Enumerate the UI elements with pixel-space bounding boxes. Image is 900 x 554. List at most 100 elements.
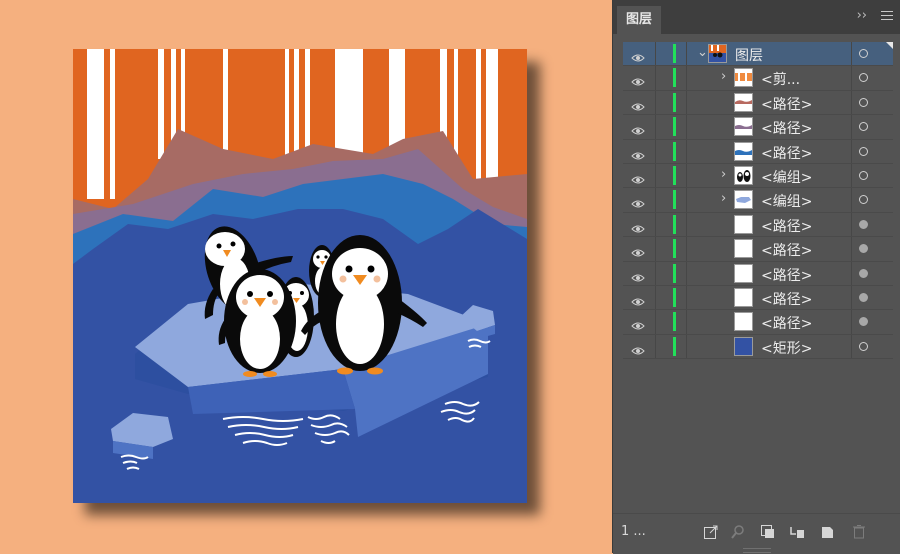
layer-row[interactable]: <矩形>	[623, 334, 893, 360]
column-divider	[686, 90, 687, 115]
eye-icon[interactable]	[631, 48, 645, 62]
column-divider	[686, 310, 687, 334]
layer-row[interactable]: <路径>	[623, 237, 893, 262]
layer-label[interactable]: <路径>	[761, 216, 812, 236]
layer-label[interactable]: <路径>	[761, 94, 812, 114]
layer-row[interactable]: <路径>	[623, 285, 893, 311]
layer-label[interactable]: <剪...	[761, 69, 800, 89]
layer-thumbnail	[734, 239, 753, 259]
target-circle-icon[interactable]	[859, 122, 868, 132]
new-sublayer-icon[interactable]	[789, 524, 805, 540]
column-divider	[851, 66, 852, 90]
eye-icon[interactable]	[631, 146, 645, 160]
layer-row[interactable]: <路径>	[623, 310, 893, 335]
target-circle-icon[interactable]	[859, 146, 868, 156]
target-circle-icon[interactable]	[859, 292, 868, 302]
column-divider	[686, 163, 687, 188]
layer-thumbnail	[734, 92, 753, 112]
panel-menu-icon[interactable]	[881, 11, 893, 21]
eye-icon[interactable]	[631, 292, 645, 306]
layer-row[interactable]: <路径>	[623, 261, 893, 286]
column-divider	[686, 188, 687, 212]
collapse-icon[interactable]: ››	[857, 8, 867, 23]
column-divider	[851, 42, 852, 66]
chevron-right-icon[interactable]: ›	[721, 191, 726, 206]
layer-label[interactable]: <路径>	[761, 265, 812, 285]
chevron-down-icon[interactable]: ⌄	[697, 45, 708, 60]
layer-count: 1 ...	[621, 524, 646, 539]
eye-icon[interactable]	[631, 316, 645, 330]
layer-label[interactable]: <路径>	[761, 313, 812, 333]
column-divider	[851, 310, 852, 334]
layers-panel: 图层 ›› ⌄ 图层 › <剪... <路径> <路径> <路径> › <编组> › <编组> <路径…	[612, 0, 900, 554]
trash-icon[interactable]	[851, 524, 867, 540]
penguin-artwork	[73, 49, 527, 503]
layer-color-bar	[673, 117, 676, 137]
new-layer-icon[interactable]	[819, 524, 835, 540]
layer-label[interactable]: <路径>	[761, 143, 812, 163]
layer-row[interactable]: › <剪...	[623, 66, 893, 91]
eye-icon[interactable]	[631, 97, 645, 111]
selection-corner-icon	[886, 42, 893, 49]
layer-row[interactable]: › <编组>	[623, 188, 893, 213]
column-divider	[655, 310, 656, 334]
target-circle-icon[interactable]	[859, 219, 868, 229]
target-circle-icon[interactable]	[859, 244, 868, 254]
layer-row[interactable]: <路径>	[623, 139, 893, 164]
layer-color-bar	[673, 263, 676, 283]
eye-icon[interactable]	[631, 194, 645, 208]
eye-icon[interactable]	[631, 341, 645, 355]
clip-mask-icon[interactable]	[760, 524, 776, 540]
column-divider	[655, 188, 656, 212]
layer-color-bar	[673, 165, 676, 185]
target-circle-icon[interactable]	[859, 268, 868, 278]
column-divider	[686, 261, 687, 285]
target-circle-icon[interactable]	[859, 317, 868, 327]
layer-label[interactable]: <路径>	[761, 118, 812, 138]
chevron-right-icon[interactable]: ›	[721, 69, 726, 84]
target-circle-icon[interactable]	[859, 341, 868, 351]
layer-label[interactable]: <路径>	[761, 240, 812, 260]
layer-label[interactable]: <编组>	[761, 167, 812, 187]
layer-label[interactable]: <编组>	[761, 191, 812, 211]
layer-thumbnail	[734, 336, 753, 356]
column-divider	[655, 163, 656, 188]
eye-icon[interactable]	[631, 219, 645, 233]
layer-color-bar	[673, 336, 676, 356]
column-divider	[655, 261, 656, 285]
column-divider	[686, 212, 687, 237]
eye-icon[interactable]	[631, 72, 645, 86]
eye-icon[interactable]	[631, 268, 645, 282]
column-divider	[686, 42, 687, 66]
search-icon[interactable]	[730, 524, 746, 540]
layer-color-bar	[673, 214, 676, 234]
layer-color-bar	[673, 287, 676, 307]
target-circle-icon[interactable]	[859, 73, 868, 83]
column-divider	[851, 139, 852, 163]
column-divider	[851, 237, 852, 261]
layer-row[interactable]: <路径>	[623, 90, 893, 116]
column-divider	[655, 334, 656, 359]
layer-row[interactable]: <路径>	[623, 115, 893, 140]
target-circle-icon[interactable]	[859, 49, 868, 58]
target-circle-icon[interactable]	[859, 97, 868, 107]
layer-color-bar	[673, 44, 676, 63]
eye-icon[interactable]	[631, 170, 645, 184]
eye-icon[interactable]	[631, 121, 645, 135]
layer-row[interactable]: › <编组>	[623, 163, 893, 189]
chevron-right-icon[interactable]: ›	[721, 167, 726, 182]
column-divider	[686, 115, 687, 139]
layer-label[interactable]: <矩形>	[761, 338, 812, 358]
eye-icon[interactable]	[631, 243, 645, 257]
target-circle-icon[interactable]	[859, 170, 868, 180]
layer-label[interactable]: <路径>	[761, 289, 812, 309]
target-circle-icon[interactable]	[859, 195, 868, 205]
export-icon[interactable]	[703, 524, 719, 540]
layer-row[interactable]: <路径>	[623, 212, 893, 238]
canvas-area[interactable]	[0, 0, 612, 553]
layer-row-top[interactable]: ⌄ 图层	[623, 42, 893, 67]
artboard[interactable]	[73, 49, 527, 503]
layer-label[interactable]: 图层	[735, 45, 763, 65]
resize-grip[interactable]	[743, 548, 771, 553]
tab-layers[interactable]: 图层	[617, 6, 661, 34]
